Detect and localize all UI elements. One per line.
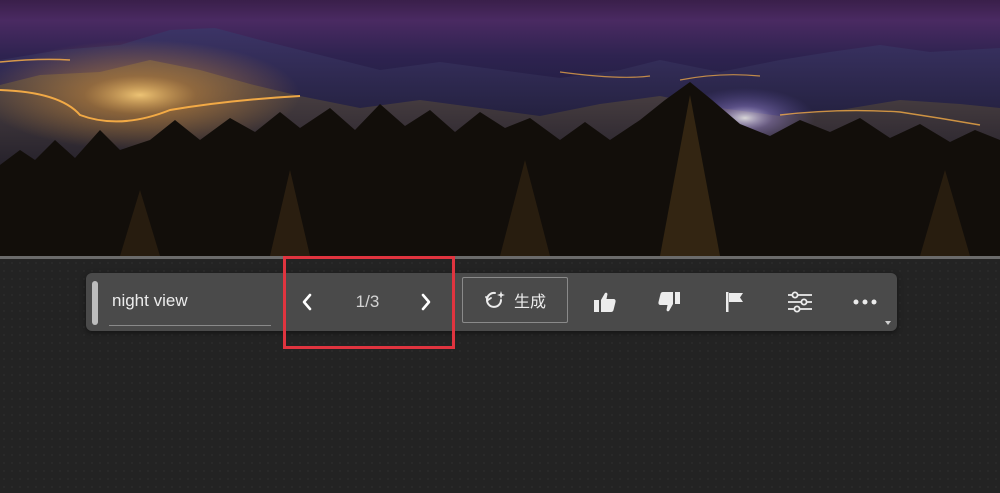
report-button[interactable] xyxy=(720,287,750,317)
dislike-button[interactable] xyxy=(654,287,684,317)
drag-handle[interactable] xyxy=(92,281,98,325)
thumbs-up-icon xyxy=(594,292,616,312)
chevron-left-icon xyxy=(302,293,312,311)
variation-navigation: 1/3 xyxy=(280,273,460,331)
night-landscape-photo xyxy=(0,0,1000,256)
previous-variation-button[interactable] xyxy=(292,287,322,317)
contextual-taskbar: 1/3 生成 xyxy=(86,273,897,331)
caret-down-icon[interactable] xyxy=(885,321,891,325)
sparkle-refresh-icon xyxy=(485,291,505,308)
chevron-right-icon xyxy=(421,293,431,311)
flag-icon xyxy=(726,292,743,312)
prompt-input[interactable] xyxy=(109,287,275,315)
photo-artwork xyxy=(0,28,1000,256)
thumbs-down-icon xyxy=(658,292,680,312)
settings-button[interactable] xyxy=(785,287,815,317)
sliders-icon xyxy=(788,291,812,313)
next-variation-button[interactable] xyxy=(411,287,441,317)
ellipsis-icon xyxy=(853,299,877,305)
more-options-button[interactable] xyxy=(850,287,880,317)
generate-button[interactable]: 生成 xyxy=(462,277,568,323)
variation-counter: 1/3 xyxy=(355,292,380,311)
prompt-field-wrapper xyxy=(109,283,275,326)
generate-label: 生成 xyxy=(513,292,546,311)
like-button[interactable] xyxy=(590,287,620,317)
